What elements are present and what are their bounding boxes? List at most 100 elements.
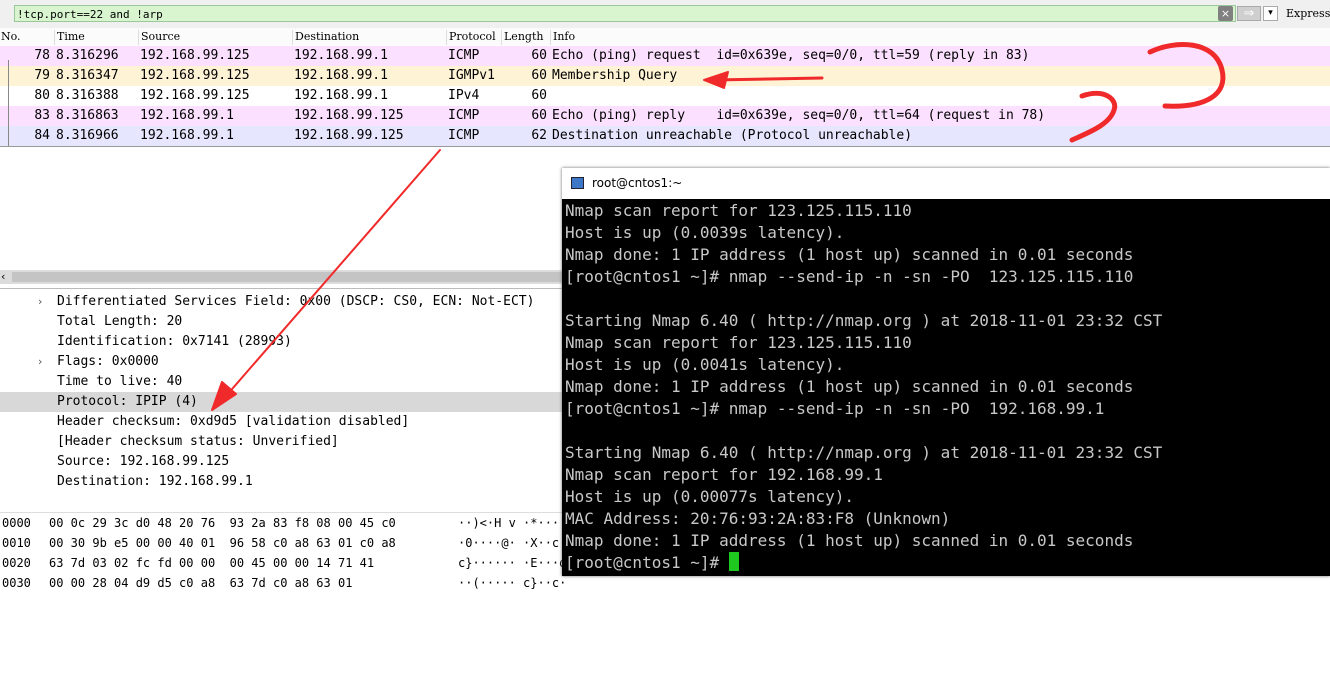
bytes-offset: 0010 [2, 536, 31, 550]
packet-info: Membership Query [552, 68, 678, 83]
detail-row-selected[interactable]: Protocol: IPIP (4) [0, 392, 565, 412]
terminal-titlebar[interactable]: root@cntos1:~ [562, 168, 1330, 199]
scroll-left-icon[interactable]: ‹ [1, 270, 5, 284]
detail-row[interactable]: Header checksum: 0xd9d5 [validation disa… [0, 412, 565, 432]
packet-protocol: IPv4 [448, 88, 480, 103]
terminal-prompt-line[interactable]: [root@cntos1 ~]# [565, 552, 739, 574]
terminal-prompt: [root@cntos1 ~]# [565, 553, 729, 572]
terminal-line: Host is up (0.0039s latency). [565, 223, 845, 242]
terminal-line: [root@cntos1 ~]# nmap --send-ip -n -sn -… [565, 267, 1134, 286]
putty-terminal-window[interactable]: root@cntos1:~ Nmap scan report for 123.1… [562, 168, 1330, 576]
bytes-row[interactable]: 0000 00 0c 29 3c d0 48 20 76 93 2a 83 f8… [0, 513, 581, 533]
packet-protocol: ICMP [448, 108, 480, 123]
apply-filter-icon[interactable]: ⇒ [1237, 6, 1261, 21]
packet-list-divider [0, 146, 1330, 147]
filter-history-dropdown-icon[interactable]: ▾ [1263, 6, 1278, 21]
bytes-offset: 0020 [2, 556, 31, 570]
bytes-row[interactable]: 0010 00 30 9b e5 00 00 40 01 96 58 c0 a8… [0, 533, 581, 553]
packet-time: 8.316388 [56, 88, 119, 103]
column-header-source[interactable]: Source [138, 30, 180, 45]
packet-destination: 192.168.99.1 [294, 88, 388, 103]
packet-info: Destination unreachable (Protocol unreac… [552, 128, 913, 143]
bytes-ascii: ··(····· c}··c· [458, 576, 567, 590]
terminal-line: Nmap scan report for 123.125.115.110 [565, 333, 912, 352]
clear-filter-icon[interactable]: × [1218, 6, 1233, 21]
detail-row[interactable]: [Header checksum status: Unverified] [0, 432, 565, 452]
packet-time: 8.316347 [56, 68, 119, 83]
bytes-hex: 63 7d 03 02 fc fd 00 00 00 45 00 00 14 7… [49, 556, 375, 570]
column-header-protocol[interactable]: Protocol [446, 30, 496, 45]
detail-row[interactable]: › Flags: 0x0000 [0, 352, 565, 372]
terminal-line: Host is up (0.00077s latency). [565, 487, 854, 506]
packet-source: 192.168.99.125 [140, 68, 250, 83]
bytes-row[interactable]: 0030 00 00 28 04 d9 d5 c0 a8 63 7d c0 a8… [0, 573, 567, 593]
terminal-line: MAC Address: 20:76:93:2A:83:F8 (Unknown) [565, 509, 951, 528]
packet-length: 62 [531, 128, 547, 143]
scrollbar-thumb[interactable] [12, 272, 562, 282]
detail-text: Time to live: 40 [57, 374, 183, 389]
bytes-ascii: c}······ ·E···qA [458, 556, 574, 570]
detail-row[interactable]: Destination: 192.168.99.1 [0, 472, 565, 492]
detail-row[interactable]: › Differentiated Services Field: 0x00 (D… [0, 292, 565, 312]
detail-row[interactable]: Identification: 0x7141 (28993) [0, 332, 565, 352]
detail-text: Source: 192.168.99.125 [57, 454, 230, 469]
detail-text: Flags: 0x0000 [57, 354, 159, 369]
detail-row[interactable]: Source: 192.168.99.125 [0, 452, 565, 472]
column-header-no[interactable]: No. [0, 30, 21, 45]
expand-icon[interactable]: › [38, 352, 42, 372]
packet-time: 8.316863 [56, 108, 119, 123]
packet-row[interactable]: 84 8.316966 192.168.99.1 192.168.99.125 … [0, 126, 1330, 146]
packet-time: 8.316966 [56, 128, 119, 143]
detail-text: [Header checksum status: Unverified] [57, 434, 339, 449]
pane-divider[interactable] [0, 288, 565, 289]
terminal-line: Nmap scan report for 192.168.99.1 [565, 465, 883, 484]
packet-source: 192.168.99.125 [140, 48, 250, 63]
packet-protocol: IGMPv1 [448, 68, 495, 83]
packet-length: 60 [531, 48, 547, 63]
detail-text: Total Length: 20 [57, 314, 183, 329]
terminal-line: Nmap done: 1 IP address (1 host up) scan… [565, 245, 1134, 264]
detail-text: Protocol: IPIP (4) [57, 394, 198, 409]
terminal-line: Starting Nmap 6.40 ( http://nmap.org ) a… [565, 311, 1163, 330]
terminal-line: Nmap scan report for 123.125.115.110 [565, 201, 912, 220]
bytes-hex: 00 0c 29 3c d0 48 20 76 93 2a 83 f8 08 0… [49, 516, 396, 530]
packet-destination: 192.168.99.1 [294, 48, 388, 63]
putty-icon [571, 177, 584, 189]
packet-row[interactable]: 80 8.316388 192.168.99.125 192.168.99.1 … [0, 86, 1330, 106]
packet-bytes-pane: 0000 00 0c 29 3c d0 48 20 76 93 2a 83 f8… [0, 512, 581, 597]
packet-row[interactable]: 78 8.316296 192.168.99.125 192.168.99.1 … [0, 46, 1330, 66]
terminal-line: Host is up (0.0041s latency). [565, 355, 845, 374]
column-header-info[interactable]: Info [550, 30, 575, 45]
packet-list-scrollbar[interactable]: ‹ [0, 270, 565, 284]
packet-length: 60 [531, 108, 547, 123]
packet-row[interactable]: 79 8.316347 192.168.99.125 192.168.99.1 … [0, 66, 1330, 86]
column-header-destination[interactable]: Destination [292, 30, 359, 45]
packet-length: 60 [531, 88, 547, 103]
bytes-row[interactable]: 0020 63 7d 03 02 fc fd 00 00 00 45 00 00… [0, 553, 574, 573]
packet-protocol: ICMP [448, 48, 480, 63]
detail-row[interactable]: Total Length: 20 [0, 312, 565, 332]
expression-button[interactable]: Express [1286, 6, 1330, 21]
column-header-length[interactable]: Length [501, 30, 543, 45]
column-header-time[interactable]: Time [54, 30, 85, 45]
packet-destination: 192.168.99.125 [294, 108, 404, 123]
packet-source: 192.168.99.1 [140, 128, 234, 143]
terminal-line: Nmap done: 1 IP address (1 host up) scan… [565, 377, 1134, 396]
detail-text: Identification: 0x7141 (28993) [57, 334, 292, 349]
detail-row[interactable]: Time to live: 40 [0, 372, 565, 392]
terminal-line: Starting Nmap 6.40 ( http://nmap.org ) a… [565, 443, 1163, 462]
conversation-bracket [8, 60, 9, 146]
packet-length: 60 [531, 68, 547, 83]
display-filter-input[interactable]: !tcp.port==22 and !arp [14, 5, 1236, 22]
packet-row[interactable]: 83 8.316863 192.168.99.1 192.168.99.125 … [0, 106, 1330, 126]
expand-icon[interactable]: › [38, 292, 42, 312]
terminal-line: [root@cntos1 ~]# nmap --send-ip -n -sn -… [565, 399, 1105, 418]
terminal-cursor [728, 552, 739, 571]
detail-text: Differentiated Services Field: 0x00 (DSC… [57, 294, 535, 309]
display-filter-toolbar: !tcp.port==22 and !arp × ⇒ ▾ Express [0, 0, 1330, 28]
packet-list-header: No. Time Source Destination Protocol Len… [0, 28, 1330, 47]
packet-time: 8.316296 [56, 48, 119, 63]
packet-destination: 192.168.99.1 [294, 68, 388, 83]
terminal-title: root@cntos1:~ [592, 176, 683, 190]
packet-destination: 192.168.99.125 [294, 128, 404, 143]
